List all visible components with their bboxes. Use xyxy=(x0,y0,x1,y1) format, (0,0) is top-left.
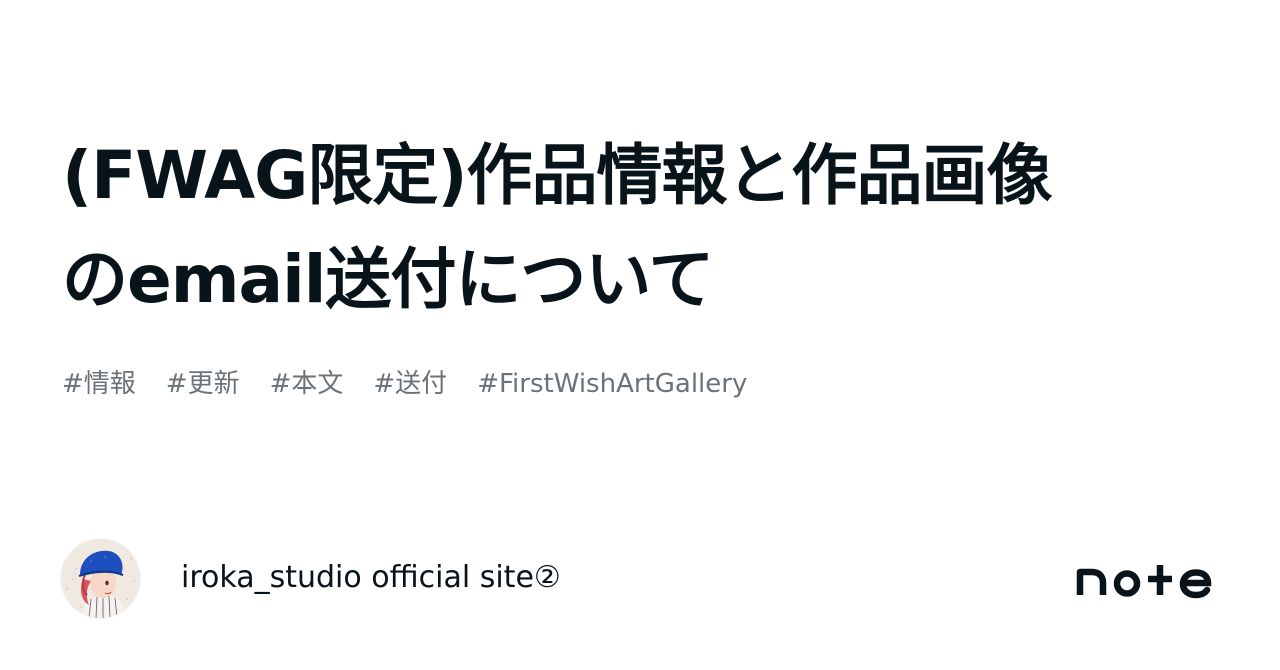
note-share-card: (FWAG限定)作品情報と作品画像 のemail送付について #情報 #更新 #… xyxy=(0,0,1280,670)
hashtag-list: #情報 #更新 #本文 #送付 #FirstWishArtGallery xyxy=(62,364,747,404)
hashtag-send[interactable]: #送付 xyxy=(373,364,447,404)
article-title: (FWAG限定)作品情報と作品画像 のemail送付について xyxy=(62,124,1232,332)
note-logo[interactable] xyxy=(1076,558,1222,600)
hashtag-update[interactable]: #更新 xyxy=(166,364,240,404)
avatar-illustration-icon xyxy=(61,539,140,618)
author-avatar[interactable] xyxy=(61,539,140,618)
note-logo-icon xyxy=(1076,565,1212,599)
article-title-line-2: のemail送付について xyxy=(62,241,714,318)
hashtag-info[interactable]: #情報 xyxy=(62,364,136,404)
article-title-line-1: (FWAG限定)作品情報と作品画像 xyxy=(62,137,1053,214)
author-name[interactable]: iroka_studio official site② xyxy=(181,558,561,598)
hashtag-first-wish-art-gallery[interactable]: #FirstWishArtGallery xyxy=(477,364,747,404)
hashtag-body[interactable]: #本文 xyxy=(270,364,344,404)
